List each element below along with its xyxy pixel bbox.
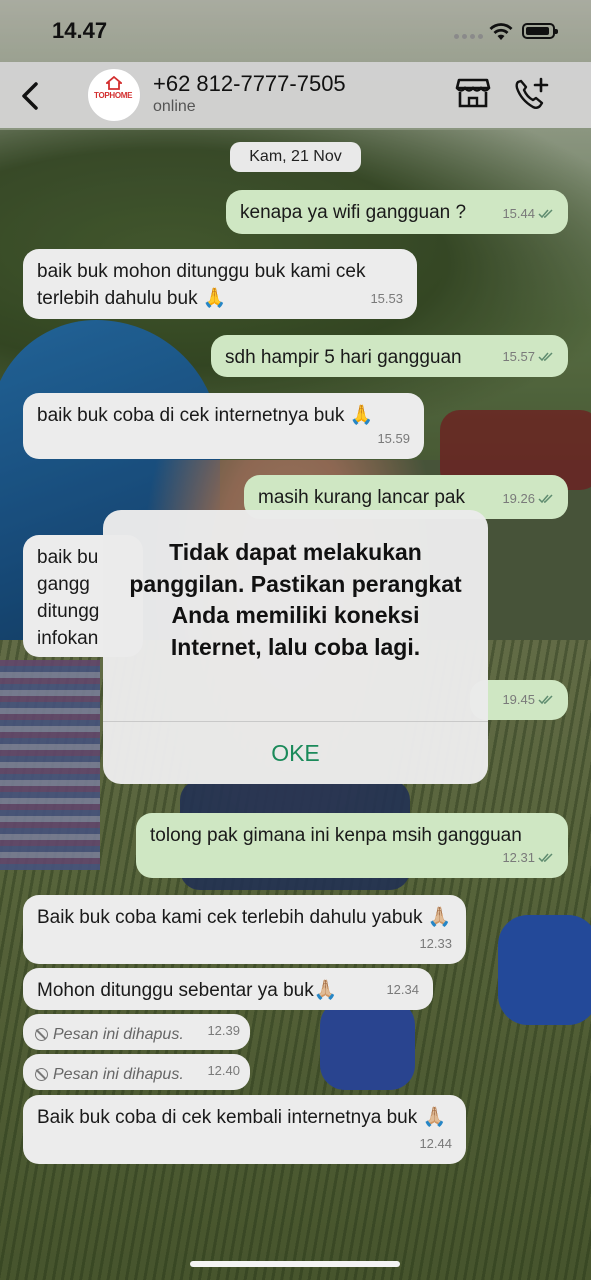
contact-status: online xyxy=(153,98,196,115)
home-indicator[interactable] xyxy=(190,1261,400,1267)
back-chevron-icon[interactable] xyxy=(14,76,48,116)
outgoing-message-bubble[interactable]: sdh hampir 5 hari gangguan 15.57 xyxy=(211,335,568,377)
status-bar: 14.47 xyxy=(0,0,591,62)
message-text: Pesan ini dihapus. xyxy=(53,1066,184,1083)
message-text: Baik buk coba di cek kembali internetnya… xyxy=(37,1107,447,1128)
incoming-message-bubble[interactable]: Baik buk coba di cek kembali internetnya… xyxy=(23,1095,466,1164)
read-ticks-icon xyxy=(538,694,553,704)
avatar-logo-text: TOPHOME xyxy=(94,91,133,100)
message-time: 19.45 xyxy=(502,686,554,713)
outgoing-message-bubble[interactable]: kenapa ya wifi gangguan ? 15.44 xyxy=(226,190,568,234)
outgoing-message-bubble[interactable]: tolong pak gimana ini kenpa msih ganggua… xyxy=(136,813,568,878)
incoming-message-bubble[interactable]: Baik buk coba kami cek terlebih dahulu y… xyxy=(23,895,466,964)
message-time: 15.53 xyxy=(370,285,403,312)
message-timestamp: 15.59 xyxy=(377,431,410,446)
battery-icon xyxy=(522,23,558,39)
home-logo-icon xyxy=(106,76,122,90)
message-text: kenapa ya wifi gangguan ? xyxy=(240,202,467,223)
message-time: 15.59 xyxy=(377,425,410,452)
alert-message: Tidak dapat melakukan panggilan. Pastika… xyxy=(129,539,462,660)
message-timestamp: 12.44 xyxy=(419,1136,452,1151)
message-timestamp: 15.44 xyxy=(502,206,535,221)
contact-name[interactable]: +62 812-7777-7505 xyxy=(153,71,346,97)
alert-ok-button[interactable]: OKE xyxy=(103,722,488,784)
incoming-message-bubble[interactable]: baik buk coba di cek internetnya buk 🙏 15… xyxy=(23,393,424,459)
message-text: baik buk mohon ditunggu buk kami cek ter… xyxy=(37,261,366,309)
message-text: Baik buk coba kami cek terlebih dahulu y… xyxy=(37,907,452,928)
message-text: sdh hampir 5 hari gangguan xyxy=(225,347,462,368)
store-icon[interactable] xyxy=(455,76,491,110)
message-time: 15.44 xyxy=(502,200,554,227)
message-time: 12.44 xyxy=(419,1130,452,1157)
deleted-ban-icon xyxy=(35,1028,48,1041)
message-time: 12.40 xyxy=(207,1057,240,1084)
message-timestamp: 15.53 xyxy=(370,291,403,306)
read-ticks-icon xyxy=(538,351,553,361)
message-text: tolong pak gimana ini kenpa msih ganggua… xyxy=(150,825,522,846)
incoming-message-bubble[interactable]: baik buk mohon ditunggu buk kami cek ter… xyxy=(23,249,417,319)
message-time: 12.39 xyxy=(207,1017,240,1044)
message-timestamp: 12.39 xyxy=(207,1023,240,1038)
message-time: 12.31 xyxy=(502,844,554,871)
call-failed-alert: Tidak dapat melakukan panggilan. Pastika… xyxy=(103,510,488,784)
message-text: Mohon ditunggu sebentar ya buk🙏🏼 xyxy=(37,980,338,1001)
read-ticks-icon xyxy=(538,208,553,218)
incoming-message-bubble[interactable]: Mohon ditunggu sebentar ya buk🙏🏼 12.34 xyxy=(23,968,433,1010)
message-time: 19.26 xyxy=(502,485,554,512)
message-timestamp: 12.31 xyxy=(502,850,535,865)
message-time: 15.57 xyxy=(502,343,554,370)
message-timestamp: 12.40 xyxy=(207,1063,240,1078)
date-separator: Kam, 21 Nov xyxy=(230,142,361,172)
message-timestamp: 12.34 xyxy=(386,982,419,997)
message-text: baik buk coba di cek internetnya buk 🙏 xyxy=(37,405,374,426)
message-timestamp: 12.33 xyxy=(419,936,452,951)
deleted-message-bubble[interactable]: Pesan ini dihapus. 12.40 xyxy=(23,1054,250,1090)
message-text: Pesan ini dihapus. xyxy=(53,1026,184,1043)
message-timestamp: 19.45 xyxy=(502,692,535,707)
status-time: 14.47 xyxy=(52,18,108,43)
read-ticks-icon xyxy=(538,493,553,503)
message-time: 12.33 xyxy=(419,930,452,957)
read-ticks-icon xyxy=(538,852,553,862)
chat-header: TOPHOME +62 812-7777-7505 online xyxy=(0,62,591,128)
deleted-ban-icon xyxy=(35,1068,48,1081)
message-time: 12.34 xyxy=(386,976,419,1003)
contact-avatar[interactable]: TOPHOME xyxy=(87,68,141,122)
cellular-signal-icon xyxy=(454,34,483,39)
message-timestamp: 19.26 xyxy=(502,491,535,506)
wifi-icon xyxy=(489,23,513,40)
deleted-message-bubble[interactable]: Pesan ini dihapus. 12.39 xyxy=(23,1014,250,1050)
message-text: masih kurang lancar pak xyxy=(258,487,465,508)
add-call-icon[interactable] xyxy=(512,76,550,112)
message-timestamp: 15.57 xyxy=(502,349,535,364)
